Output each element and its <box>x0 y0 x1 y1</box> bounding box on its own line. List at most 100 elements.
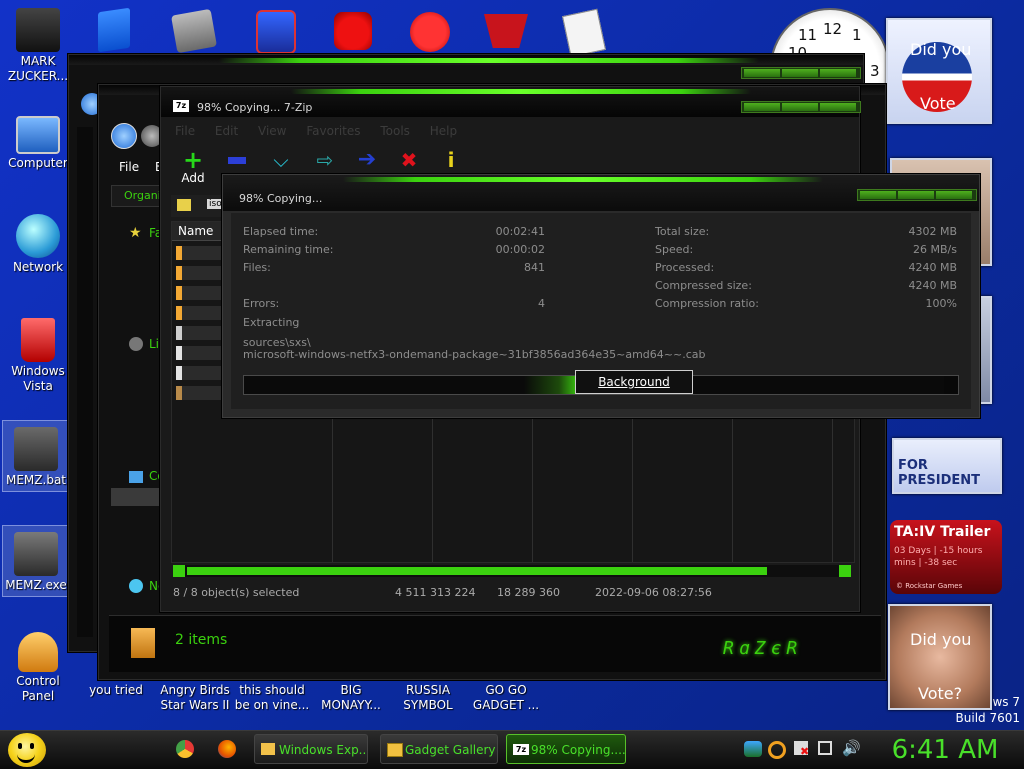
star-wars-game-icon[interactable] <box>256 10 296 54</box>
menu-tools[interactable]: Tools <box>380 124 410 138</box>
blue-folder-icon[interactable] <box>98 7 130 53</box>
background-button[interactable]: Background <box>575 370 693 394</box>
file-row[interactable] <box>176 286 228 300</box>
file-row[interactable] <box>176 346 228 360</box>
desktop-icon-windows-vista[interactable]: Windows Vista <box>0 318 76 394</box>
start-button[interactable] <box>8 733 46 767</box>
horizontal-scrollbar[interactable] <box>173 565 851 577</box>
operation-label: Extracting <box>243 316 300 329</box>
info-button[interactable]: i <box>433 149 469 175</box>
add-button[interactable]: + Add <box>175 146 211 185</box>
current-path-line2: microsoft-windows-netfx3-ondemand-packag… <box>243 348 706 361</box>
menu-edit[interactable]: Edit <box>215 124 238 138</box>
file-row[interactable] <box>176 366 228 380</box>
computer-nav-icon <box>129 471 143 483</box>
volume-speaker-icon[interactable]: 🔊 <box>842 740 861 756</box>
desktop-icon-memz-exe[interactable]: MEMZ.exe <box>2 525 70 597</box>
desktop-icon-label: GO GO GADGET ... <box>472 683 540 712</box>
maximize-button[interactable] <box>782 69 818 77</box>
libraries-icon <box>129 337 143 351</box>
maximize-button[interactable] <box>782 103 818 111</box>
desktop-icon-label: BIG MONAYY... <box>321 683 381 712</box>
desktop-icon-you-tried[interactable]: you tried <box>78 683 154 698</box>
column-header-name[interactable]: Name <box>172 222 228 241</box>
minimize-button[interactable] <box>744 103 780 111</box>
taskbar-item-windows-explorer[interactable]: Windows Exp... <box>254 734 368 764</box>
menu-favorites[interactable]: Favorites <box>306 124 360 138</box>
desktop-icon-angry-birds-star-wars[interactable]: Angry Birds Star Wars II <box>155 683 235 713</box>
up-folder-icon[interactable] <box>177 199 191 211</box>
desktop-icon-vine[interactable]: this should be on vine... <box>234 683 310 713</box>
window-control-buttons[interactable] <box>741 101 861 113</box>
scroll-right-arrow[interactable] <box>839 565 851 577</box>
menu-view[interactable]: View <box>258 124 286 138</box>
plus-icon: + <box>182 146 204 174</box>
document-icon[interactable] <box>562 8 606 58</box>
move-button[interactable]: ➔ <box>349 149 385 175</box>
desktop-icon-network[interactable]: Network <box>0 214 76 275</box>
taskbar-item-gadget-gallery[interactable]: Gadget Gallery <box>380 734 498 764</box>
compressed-size-value: 4240 MB <box>908 279 957 292</box>
status-date: 2022-09-06 08:27:56 <box>595 586 712 599</box>
file-row[interactable] <box>176 386 228 400</box>
desktop-icon-memz-bat[interactable]: MEMZ.bat <box>2 420 70 492</box>
close-button[interactable] <box>820 69 856 77</box>
vote-photo-gadget[interactable]: Did you Vote? <box>888 604 992 710</box>
file-row[interactable] <box>176 306 228 320</box>
system-tray: ✖ 🔊 <box>742 739 862 761</box>
desktop-icon-big-monayy[interactable]: BIG MONAYY... <box>313 683 389 713</box>
file-row[interactable] <box>176 246 228 260</box>
file-row[interactable] <box>176 326 228 340</box>
nav-libraries-label[interactable]: Li <box>149 337 159 351</box>
scroll-thumb[interactable] <box>187 567 767 575</box>
favorites-star-icon: ★ <box>129 225 142 241</box>
angry-birds-icon[interactable] <box>334 12 372 50</box>
minimize-button[interactable] <box>744 69 780 77</box>
executable-icon <box>14 532 58 576</box>
desktop-icon-go-gadget[interactable]: GO GO GADGET ... <box>468 683 544 713</box>
selected-nav-row[interactable] <box>111 488 161 506</box>
desktop-icon-russia-symbol[interactable]: RUSSIA SYMBOL <box>390 683 466 713</box>
menu-file[interactable]: File <box>119 160 139 174</box>
gta-countdown-line1: 03 Days | -15 hours <box>894 546 983 556</box>
desktop-icon-computer[interactable]: Computer <box>0 110 76 171</box>
column-divider <box>432 402 433 562</box>
red-fluffy-icon[interactable] <box>410 12 450 52</box>
menu-file[interactable]: File <box>175 124 195 138</box>
copy-progress-dialog[interactable]: 98% Copying... Elapsed time: 00:02:41 Re… <box>222 174 980 418</box>
tools-icon[interactable] <box>171 8 217 54</box>
maximize-button[interactable] <box>898 191 934 199</box>
scroll-left-arrow[interactable] <box>173 565 185 577</box>
network-tray-icon[interactable] <box>818 741 832 755</box>
gadget-gallery-icon <box>387 743 403 757</box>
copy-arrow-icon: ⇨ <box>316 149 334 172</box>
gta-countdown-gadget[interactable]: TA:IV Trailer 03 Days | -15 hours mins |… <box>890 520 1002 594</box>
delete-button[interactable]: ✖ <box>391 149 427 175</box>
firefox-icon[interactable] <box>218 740 236 758</box>
close-button[interactable] <box>936 191 972 199</box>
extract-button[interactable] <box>219 149 255 175</box>
minimize-button[interactable] <box>860 191 896 199</box>
dialog-control-buttons[interactable] <box>857 189 977 201</box>
person-shortcut-icon <box>16 8 60 52</box>
close-button[interactable] <box>820 103 856 111</box>
test-button[interactable]: ⌵ <box>263 149 299 175</box>
copy-button[interactable]: ⇨ <box>307 149 343 175</box>
menu-help[interactable]: Help <box>430 124 457 138</box>
red-emblem-icon[interactable] <box>484 14 528 48</box>
window-body <box>77 127 93 637</box>
windows-update-icon[interactable] <box>744 741 762 757</box>
for-president-gadget[interactable]: FOR PRESIDENT <box>892 438 1002 494</box>
taskbar-clock[interactable]: 6:41 AM <box>870 733 1020 767</box>
desktop-icon-control-panel[interactable]: Control Panel <box>0 632 76 704</box>
vote-gadget[interactable]: Did you Vote <box>886 18 992 124</box>
taskbar-item-7zip-copying[interactable]: 7z 98% Copying.... <box>506 734 626 764</box>
window-control-buttons[interactable] <box>741 67 861 79</box>
batch-file-icon <box>14 427 58 471</box>
file-row[interactable] <box>176 266 228 280</box>
chrome-icon[interactable] <box>176 740 194 758</box>
back-nav-icon[interactable] <box>111 123 137 149</box>
desktop-icon-mark-zuckerberg[interactable]: MARK ZUCKER... <box>0 8 76 84</box>
search-tray-icon[interactable] <box>768 741 786 759</box>
desktop-icon-label: Angry Birds Star Wars II <box>160 683 230 712</box>
